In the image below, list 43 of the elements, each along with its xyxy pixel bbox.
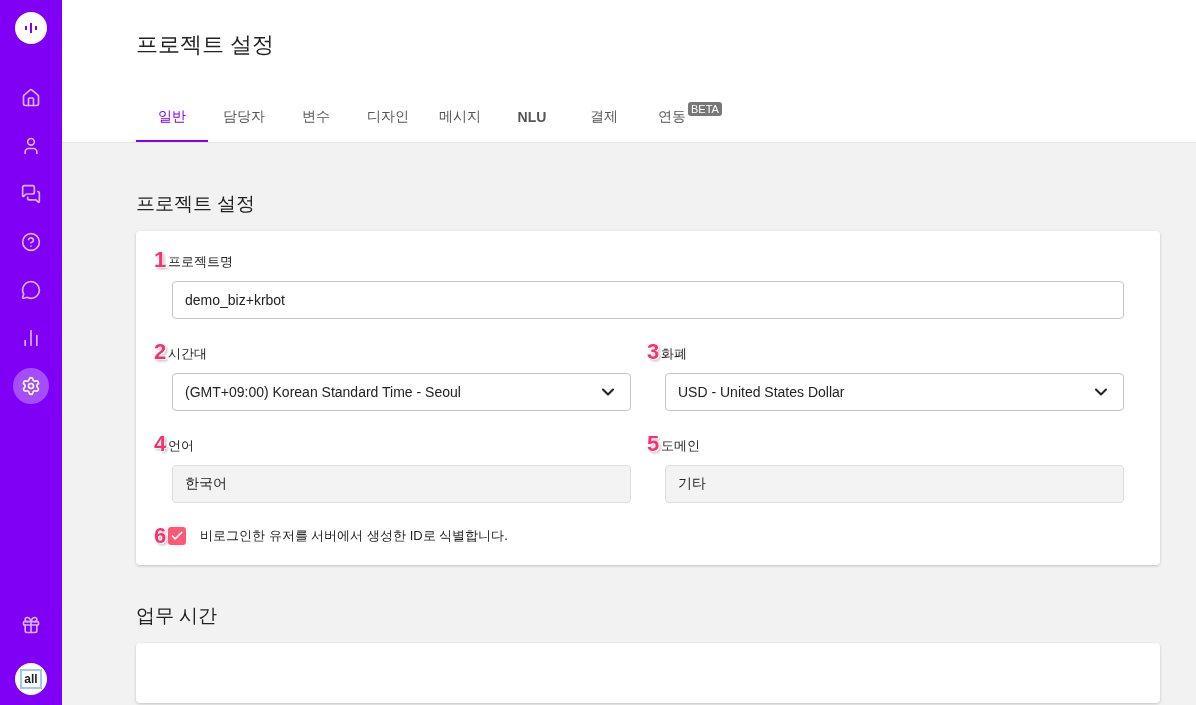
help-icon <box>21 232 41 252</box>
select-dropdown[interactable]: (GMT+09:00) Korean Standard Time - Seoul <box>172 373 631 411</box>
tab[interactable]: 결제 <box>568 102 640 142</box>
settings-nav-button[interactable] <box>13 368 49 404</box>
tab[interactable]: 담당자 <box>208 102 280 142</box>
avatar-text: all <box>20 669 42 689</box>
annotation-number: 5 <box>647 433 660 455</box>
settings-icon <box>21 376 41 396</box>
select-dropdown[interactable]: USD - United States Dollar <box>665 373 1124 411</box>
annotation-number: 1 <box>154 249 167 271</box>
user-icon <box>21 136 41 156</box>
chat-bubble-icon <box>21 280 41 300</box>
checkbox[interactable] <box>168 527 187 545</box>
annotation-number: 3 <box>647 341 660 363</box>
readonly-field: 기타 <box>665 465 1124 503</box>
tab[interactable]: NLU <box>496 102 568 142</box>
tab[interactable]: 일반 <box>136 102 208 142</box>
field-label: 도메인 <box>661 437 701 455</box>
field-label: 프로젝트명 <box>168 253 234 271</box>
readonly-field: 한국어 <box>172 465 631 503</box>
annotation-number: 2 <box>154 341 167 363</box>
beta-badge: BETA <box>688 102 722 116</box>
field-label: 시간대 <box>168 345 208 363</box>
annotation-number: 6 <box>154 525 167 547</box>
home-icon <box>21 88 41 108</box>
field-label: 화폐 <box>661 345 688 363</box>
check-icon <box>170 529 185 543</box>
chat-icon <box>21 184 41 204</box>
tab[interactable]: 디자인 <box>352 102 424 142</box>
avatar[interactable]: all <box>15 663 47 695</box>
tab[interactable]: 변수 <box>280 102 352 142</box>
tab[interactable]: 메시지 <box>424 102 496 142</box>
page-title: 프로젝트 설정 <box>136 31 276 59</box>
section-title: 프로젝트 설정 <box>136 192 257 216</box>
bar-chart-icon <box>21 328 41 348</box>
text-field[interactable]: demo_biz+krbot <box>172 281 1124 319</box>
section-title: 업무 시간 <box>136 604 219 628</box>
tab[interactable]: 연동 $^{BETA}$ <box>640 102 750 142</box>
checkbox-label: 비로그인한 유저를 서버에서 생성한 ID로 식별합니다. <box>200 527 508 545</box>
field-label: 언어 <box>168 437 195 455</box>
gift-icon <box>21 615 41 635</box>
annotation-number: 4 <box>154 433 167 455</box>
logo-icon[interactable] <box>15 12 47 44</box>
